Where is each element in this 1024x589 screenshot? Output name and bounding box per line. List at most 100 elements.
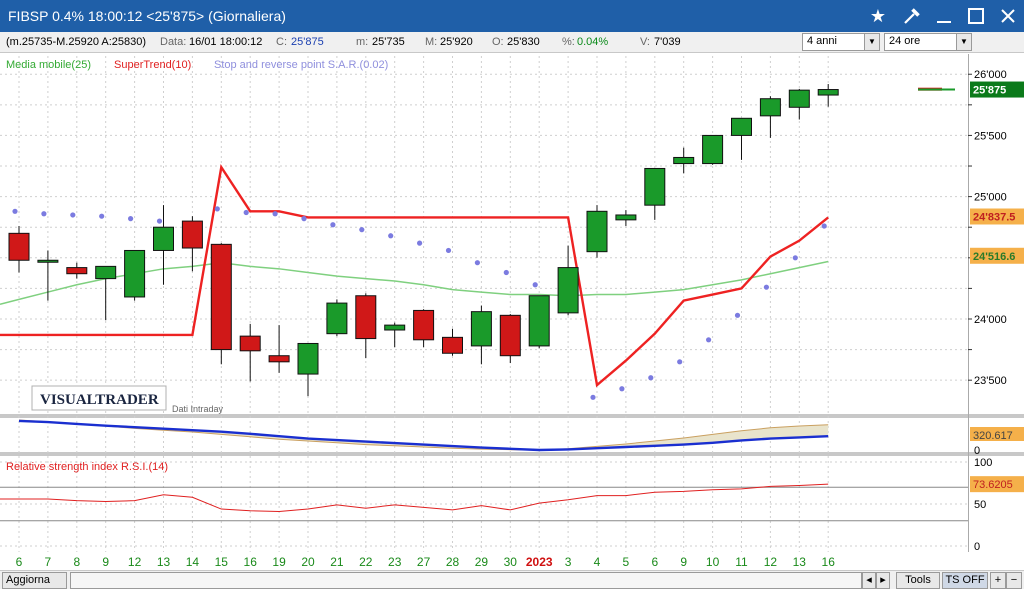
candle-body bbox=[442, 336, 463, 354]
sar-dot bbox=[214, 206, 220, 212]
sar-dot bbox=[648, 375, 654, 381]
candle-body bbox=[268, 355, 290, 363]
x-axis-label: 5 bbox=[623, 555, 630, 569]
horizontal-scrollbar[interactable] bbox=[70, 572, 862, 589]
candle-body bbox=[528, 295, 550, 347]
sar-dot bbox=[41, 211, 47, 217]
candle-body bbox=[355, 295, 377, 340]
candle-body bbox=[759, 98, 781, 117]
candle-body bbox=[413, 309, 435, 341]
rsi-title: Relative strength index R.S.I.(14) bbox=[6, 461, 168, 473]
sar-dot bbox=[619, 386, 625, 392]
sar-dot bbox=[706, 337, 712, 343]
ts-off-button[interactable]: TS OFF bbox=[942, 572, 988, 589]
x-axis-label: 3 bbox=[565, 555, 572, 569]
candle-body bbox=[644, 167, 666, 206]
tools-button[interactable]: Tools bbox=[896, 572, 940, 589]
rsi-value-tag: 73.6205 bbox=[973, 479, 1013, 491]
watermark-logo: VISUALTRADER bbox=[40, 392, 159, 408]
candle-body bbox=[384, 324, 406, 331]
sar-dot bbox=[12, 208, 18, 214]
sar-dot bbox=[359, 227, 365, 233]
x-axis-label: 9 bbox=[102, 555, 109, 569]
sar-dot bbox=[763, 284, 770, 290]
candle-body bbox=[731, 117, 752, 136]
legend-sar: Stop and reverse point S.A.R.(0.02) bbox=[214, 59, 388, 71]
x-axis-label: 29 bbox=[475, 555, 489, 569]
candle-body bbox=[499, 314, 521, 357]
price-axis-border bbox=[968, 54, 969, 552]
supertrend-value-tag: 24'837.5 bbox=[973, 212, 1015, 224]
candle bbox=[326, 299, 348, 337]
sar-dot bbox=[590, 394, 596, 400]
sar-dot bbox=[792, 255, 798, 261]
candle-body bbox=[326, 302, 348, 335]
bottom-bar: Aggiorna ◂ ▸ Tools TS OFF + − bbox=[0, 570, 1024, 589]
candle-body bbox=[702, 134, 724, 165]
sar-dot bbox=[474, 260, 480, 266]
x-axis-label: 11 bbox=[735, 555, 748, 569]
x-axis-label: 2023 bbox=[526, 555, 553, 569]
candle-body bbox=[470, 311, 492, 347]
x-axis-label: 16 bbox=[822, 555, 836, 569]
price-axis-label: 25'500 bbox=[974, 130, 1007, 142]
rsi-line bbox=[0, 483, 829, 513]
candle-body bbox=[8, 232, 30, 261]
x-axis-label: 14 bbox=[186, 555, 200, 569]
x-axis-label: 7 bbox=[45, 555, 52, 569]
candle bbox=[210, 243, 232, 365]
sar-dot bbox=[821, 223, 827, 229]
zoom-in-button[interactable]: + bbox=[990, 572, 1006, 589]
zoom-out-button[interactable]: − bbox=[1006, 572, 1022, 589]
ma-value-tag: 24'516.6 bbox=[973, 251, 1015, 263]
legend-moving-average: Media mobile(25) bbox=[6, 59, 91, 71]
indicator-value-tag: 320.617 bbox=[973, 430, 1013, 442]
candle-body bbox=[615, 214, 637, 221]
candle-body bbox=[181, 220, 203, 249]
x-axis-label: 12 bbox=[128, 555, 142, 569]
x-axis-label: 16 bbox=[244, 555, 258, 569]
price-axis-label: 26'000 bbox=[974, 69, 1007, 81]
watermark-note: Dati Intraday bbox=[172, 404, 224, 414]
sar-dot bbox=[156, 218, 163, 224]
candle bbox=[499, 314, 521, 364]
sar-dot bbox=[128, 216, 134, 222]
sar-dot bbox=[734, 312, 741, 318]
sar-dot bbox=[417, 240, 423, 246]
candle-body bbox=[66, 267, 88, 275]
candle-body bbox=[210, 243, 232, 351]
last-price-tag: 25'875 bbox=[973, 85, 1006, 97]
candle-body bbox=[37, 259, 59, 263]
x-axis-label: 6 bbox=[16, 555, 23, 569]
legend-supertrend: SuperTrend(10) bbox=[114, 59, 191, 71]
price-axis-label: 25'000 bbox=[974, 192, 1007, 204]
x-axis-label: 23 bbox=[388, 555, 402, 569]
candle-body bbox=[673, 156, 695, 165]
scroll-left-icon[interactable]: ◂ bbox=[862, 572, 876, 589]
candle-body bbox=[239, 335, 261, 352]
x-axis-label: 15 bbox=[215, 555, 229, 569]
x-axis-label: 22 bbox=[359, 555, 373, 569]
candle-body bbox=[95, 265, 117, 280]
x-axis-label: 8 bbox=[73, 555, 80, 569]
x-axis-label: 12 bbox=[764, 555, 778, 569]
price-axis-label: 23'500 bbox=[974, 375, 1007, 387]
x-axis-label: 20 bbox=[301, 555, 315, 569]
candle bbox=[528, 295, 550, 349]
candle-body bbox=[817, 89, 839, 96]
sar-dot bbox=[330, 222, 336, 228]
sar-dot bbox=[503, 269, 509, 276]
panel-divider bbox=[0, 414, 1024, 418]
x-axis-label: 13 bbox=[793, 555, 807, 569]
x-axis-label: 28 bbox=[446, 555, 460, 569]
rsi-axis-label: 50 bbox=[974, 499, 986, 511]
indicator-axis-label: 0 bbox=[974, 445, 980, 457]
candle-body bbox=[297, 342, 319, 375]
x-axis-label: 19 bbox=[272, 555, 286, 569]
panel-divider bbox=[0, 452, 1024, 456]
scroll-right-icon[interactable]: ▸ bbox=[876, 572, 890, 589]
chart-area[interactable]: 26'000 25'500 25'000 24'000 23'500 Media mobi… bbox=[0, 0, 1024, 588]
update-button[interactable]: Aggiorna bbox=[2, 572, 67, 589]
x-axis-label: 6 bbox=[651, 555, 658, 569]
candle bbox=[586, 205, 608, 258]
